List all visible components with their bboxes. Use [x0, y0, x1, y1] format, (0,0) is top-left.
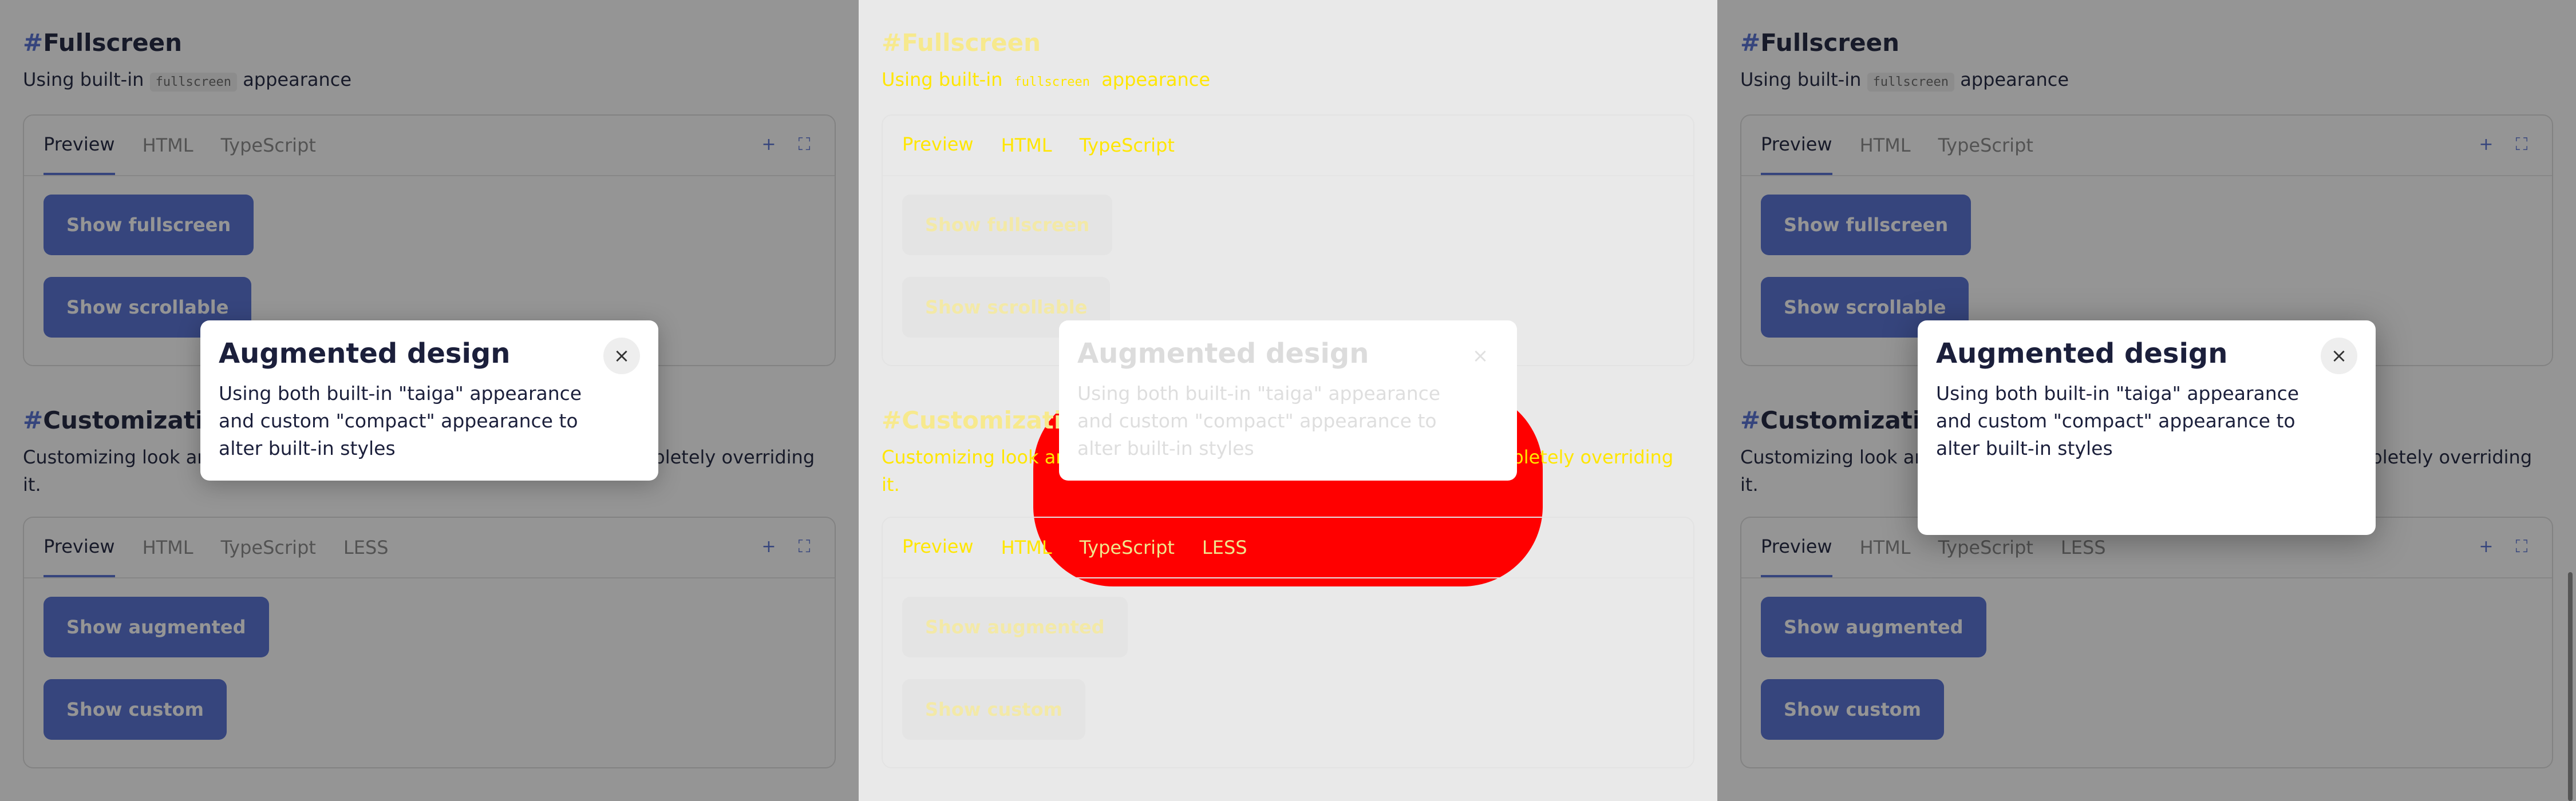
augmented-dialog: Augmented design × Using both built-in "… [1059, 320, 1517, 481]
card-body: Show augmented Show custom [883, 578, 1693, 767]
augmented-dialog: Augmented design × Using both built-in "… [200, 320, 658, 481]
tab-less: LESS [1202, 537, 1247, 558]
tab-bar: Preview HTML TypeScript LESS [883, 518, 1693, 578]
dialog-title: Augmented design [219, 338, 511, 370]
dialog-text: Using both built-in "taiga" appearance a… [219, 382, 582, 459]
show-fullscreen-button: Show fullscreen [902, 195, 1113, 255]
show-custom-button: Show custom [902, 679, 1085, 740]
diff-panel: #Fullscreen Using built-in fullscreen ap… [859, 0, 1717, 801]
desc-text: appearance [1101, 69, 1211, 90]
anchor-hash: # [882, 29, 902, 57]
dialog-text: Using both built-in "taiga" appearance a… [1077, 382, 1441, 459]
show-augmented-button: Show augmented [902, 597, 1128, 657]
tab-preview: Preview [902, 536, 974, 557]
scrollbar[interactable] [2568, 572, 2573, 801]
section-title-text: Fullscreen [902, 29, 1041, 57]
desc-text: Using built-in [882, 69, 1003, 90]
tab-bar: Preview HTML TypeScript [883, 116, 1693, 176]
dialog-title: Augmented design [1077, 338, 1369, 370]
tab-typescript: TypeScript [1079, 134, 1175, 156]
close-icon: × [1472, 344, 1489, 367]
anchor-hash: # [882, 406, 902, 434]
tab-html: HTML [1001, 134, 1052, 156]
tab-preview: Preview [902, 133, 974, 155]
section-title-fullscreen: #Fullscreen [882, 29, 1694, 57]
close-icon[interactable]: × [603, 338, 640, 374]
code-snippet: fullscreen [1014, 75, 1091, 89]
tab-typescript: TypeScript [1079, 537, 1175, 558]
section-desc: Using built-in fullscreen appearance [882, 66, 1694, 96]
dialog-title: Augmented design [1936, 338, 2228, 370]
dialog-text: Using both built-in "taiga" appearance a… [1936, 382, 2300, 459]
augmented-dialog: Augmented design × Using both built-in "… [1918, 320, 2376, 535]
tab-html: HTML [1001, 537, 1052, 558]
left-panel: #Fullscreen Using built-in fullscreen ap… [0, 0, 859, 801]
example-card: Preview HTML TypeScript LESS Show augmen… [882, 517, 1694, 768]
close-icon[interactable]: × [2321, 338, 2357, 374]
right-panel: #Fullscreen Using built-in fullscreen ap… [1717, 0, 2576, 801]
